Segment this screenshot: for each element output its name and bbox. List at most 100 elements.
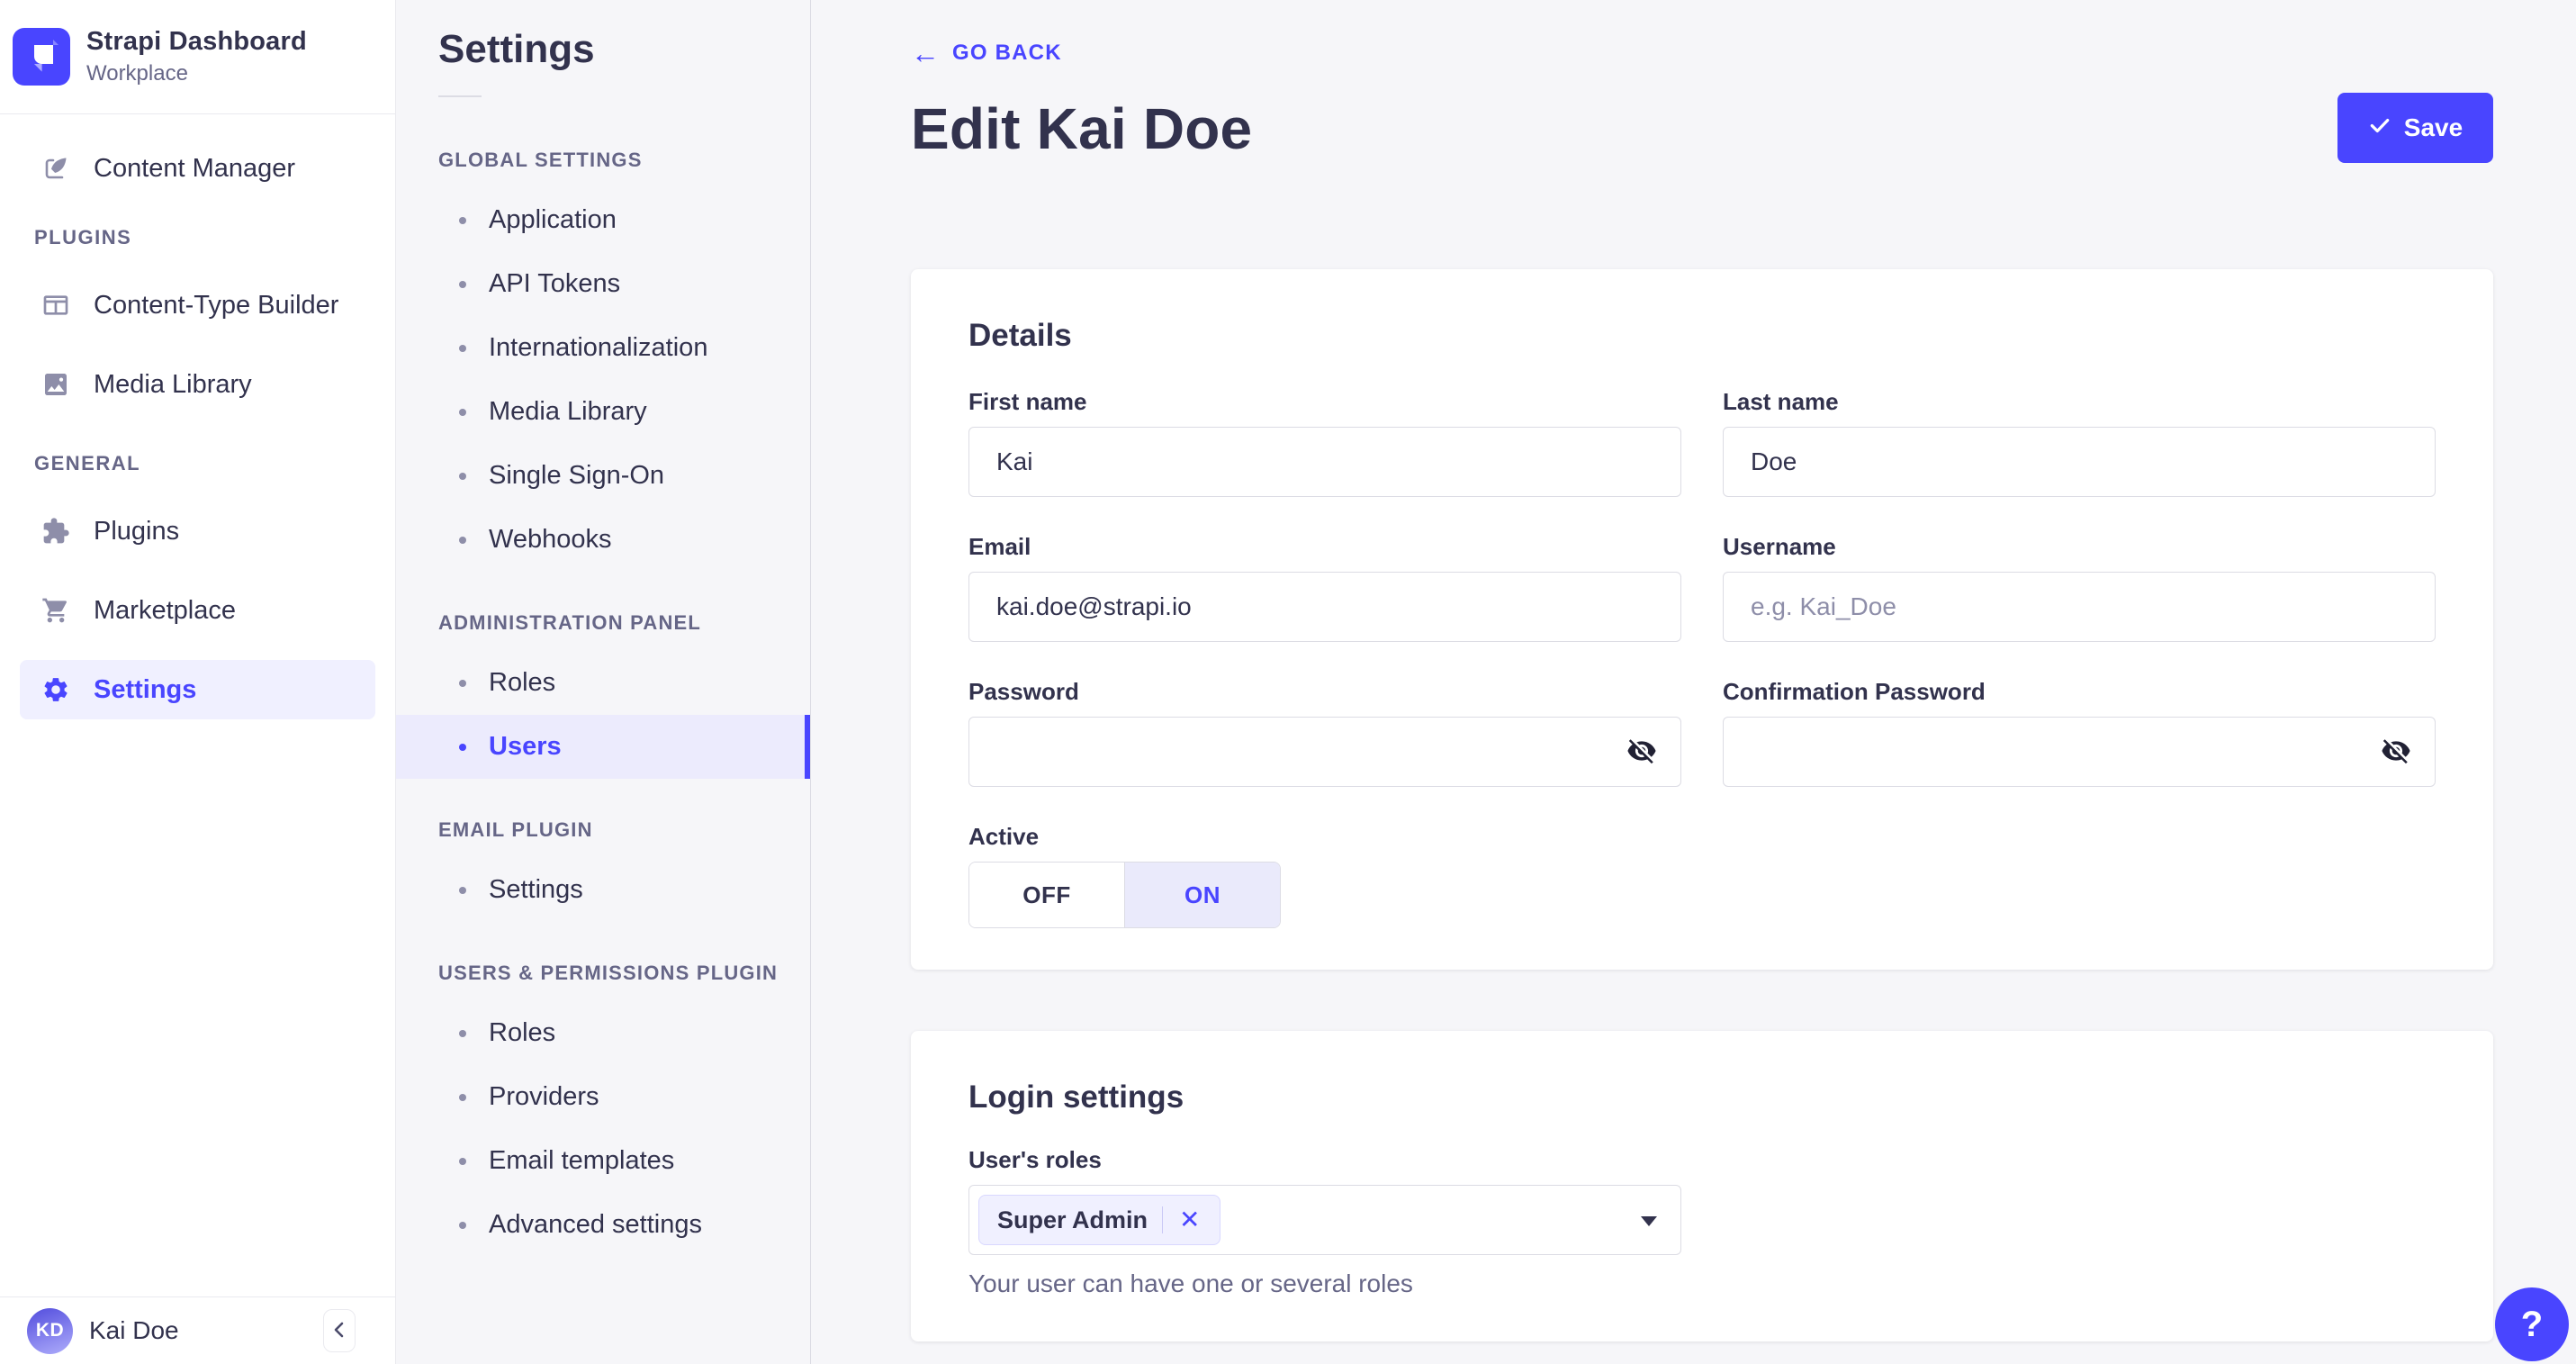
image-icon [41, 370, 70, 399]
password-field[interactable] [968, 717, 1681, 787]
first-name-field[interactable] [968, 427, 1681, 497]
page-title: Edit Kai Doe [911, 96, 1253, 161]
subnav-item-media-library[interactable]: Media Library [396, 380, 810, 444]
password-group: Password [968, 678, 1681, 787]
confirmation-password-label: Confirmation Password [1723, 678, 1986, 705]
current-user-name: Kai Doe [89, 1316, 179, 1344]
bullet-icon [459, 280, 466, 288]
save-button-label: Save [2403, 113, 2463, 141]
users-roles-label: User's roles [968, 1146, 1102, 1173]
subnav-item-webhooks[interactable]: Webhooks [396, 508, 810, 572]
page-header: Edit Kai Doe Save [911, 91, 2493, 167]
subnav-list-admin: Roles Users [396, 651, 810, 779]
active-label: Active [968, 823, 1040, 850]
roles-hint-text: Your user can have one or several roles [968, 1269, 1413, 1297]
subnav-item-internationalization[interactable]: Internationalization [396, 316, 810, 380]
email-group: Email [968, 533, 1681, 642]
bullet-icon [459, 1157, 466, 1165]
bullet-icon [459, 536, 466, 544]
subnav-item-roles-admin[interactable]: Roles [396, 651, 810, 715]
username-label: Username [1723, 533, 1836, 560]
sidebar-item-label: Content Manager [94, 153, 296, 183]
subnav-item-roles-up[interactable]: Roles [396, 1001, 810, 1065]
collapse-sidebar-button[interactable] [323, 1309, 356, 1352]
bullet-icon [459, 344, 466, 352]
eye-off-icon [2381, 736, 2411, 769]
subnav-section-users-permissions-plugin: USERS & PERMISSIONS PLUGIN [438, 962, 779, 984]
settings-subnav: Settings GLOBAL SETTINGS Application API… [396, 0, 811, 1364]
subnav-item-advanced-settings[interactable]: Advanced settings [396, 1193, 810, 1257]
toggle-password-visibility-button[interactable] [1622, 732, 1662, 772]
sidebar-item-settings[interactable]: Settings [20, 660, 375, 719]
sidebar-item-marketplace[interactable]: Marketplace [20, 581, 375, 640]
subnav-section-global-settings: GLOBAL SETTINGS [438, 149, 643, 171]
subnav-item-users[interactable]: Users [396, 715, 810, 779]
cart-icon [41, 596, 70, 625]
subnav-item-email-templates[interactable]: Email templates [396, 1129, 810, 1193]
main-sidebar: Strapi Dashboard Workplace Content Manag… [0, 0, 396, 1364]
main-content: ← GO BACK Edit Kai Doe Save Details Firs… [811, 0, 2576, 1364]
help-button[interactable]: ? [2495, 1287, 2569, 1361]
subnav-list-users-permissions: Roles Providers Email templates Advanced… [396, 1001, 810, 1257]
active-toggle-group: Active OFF ON [968, 823, 1681, 928]
workspace-brand[interactable]: Strapi Dashboard Workplace [0, 0, 395, 114]
remove-role-button[interactable]: ✕ [1177, 1207, 1202, 1233]
details-card: Details First name Last name Email [911, 269, 2493, 970]
sidebar-item-label: Marketplace [94, 595, 236, 625]
sidebar-item-plugins[interactable]: Plugins [20, 501, 375, 561]
sidebar-item-label: Content-Type Builder [94, 290, 339, 320]
feather-icon [41, 154, 70, 183]
main-nav-list: Content Manager PLUGINS Content-Type Bui… [0, 114, 395, 1296]
chevron-down-icon [1641, 1216, 1657, 1226]
toggle-confirmation-password-visibility-button[interactable] [2376, 732, 2416, 772]
bullet-icon [459, 1029, 466, 1037]
subnav-item-providers[interactable]: Providers [396, 1065, 810, 1129]
bullet-icon [459, 743, 466, 751]
subnav-list-global: Application API Tokens Internationalizat… [396, 188, 810, 572]
chip-divider [1162, 1206, 1164, 1233]
bullet-icon [459, 1221, 466, 1229]
gear-icon [41, 675, 70, 704]
back-arrow-icon: ← [911, 37, 940, 69]
workspace-subtitle: Workplace [86, 61, 188, 86]
user-roles-select[interactable]: Super Admin ✕ [968, 1185, 1681, 1255]
subnav-divider [438, 95, 482, 97]
details-heading: Details [968, 318, 1072, 353]
toggle-off-option[interactable]: OFF [969, 863, 1124, 927]
bullet-icon [459, 1093, 466, 1101]
sidebar-item-content-manager[interactable]: Content Manager [20, 139, 375, 198]
role-chip-label: Super Admin [997, 1206, 1148, 1233]
first-name-label: First name [968, 388, 1087, 415]
chevron-left-icon [330, 1319, 348, 1343]
email-label: Email [968, 533, 1031, 560]
bullet-icon [459, 472, 466, 480]
subnav-item-single-sign-on[interactable]: Single Sign-On [396, 444, 810, 508]
save-button[interactable]: Save [2337, 93, 2493, 163]
subnav-item-email-settings[interactable]: Settings [396, 858, 810, 922]
last-name-label: Last name [1723, 388, 1839, 415]
strapi-logo-icon [13, 28, 70, 86]
subnav-item-api-tokens[interactable]: API Tokens [396, 252, 810, 316]
go-back-link[interactable]: ← GO BACK [911, 37, 1062, 69]
bullet-icon [459, 886, 466, 894]
confirmation-password-field[interactable] [1723, 717, 2436, 787]
workspace-title: Strapi Dashboard [86, 27, 307, 56]
details-form: First name Last name Email Username [968, 388, 2436, 928]
toggle-on-option[interactable]: ON [1124, 863, 1280, 927]
confirmation-password-group: Confirmation Password [1723, 678, 2436, 787]
subnav-item-application[interactable]: Application [396, 188, 810, 252]
active-toggle[interactable]: OFF ON [968, 862, 1281, 928]
subnav-list-email: Settings [396, 858, 810, 922]
first-name-group: First name [968, 388, 1681, 497]
puzzle-icon [41, 517, 70, 546]
sidebar-item-media-library[interactable]: Media Library [20, 355, 375, 414]
subnav-section-administration-panel: ADMINISTRATION PANEL [438, 611, 702, 634]
bullet-icon [459, 679, 466, 687]
email-field[interactable] [968, 572, 1681, 642]
last-name-field[interactable] [1723, 427, 2436, 497]
layout-icon [41, 291, 70, 320]
username-group: Username [1723, 533, 2436, 642]
check-icon [2368, 113, 2391, 143]
sidebar-item-content-type-builder[interactable]: Content-Type Builder [20, 276, 375, 335]
username-field[interactable] [1723, 572, 2436, 642]
